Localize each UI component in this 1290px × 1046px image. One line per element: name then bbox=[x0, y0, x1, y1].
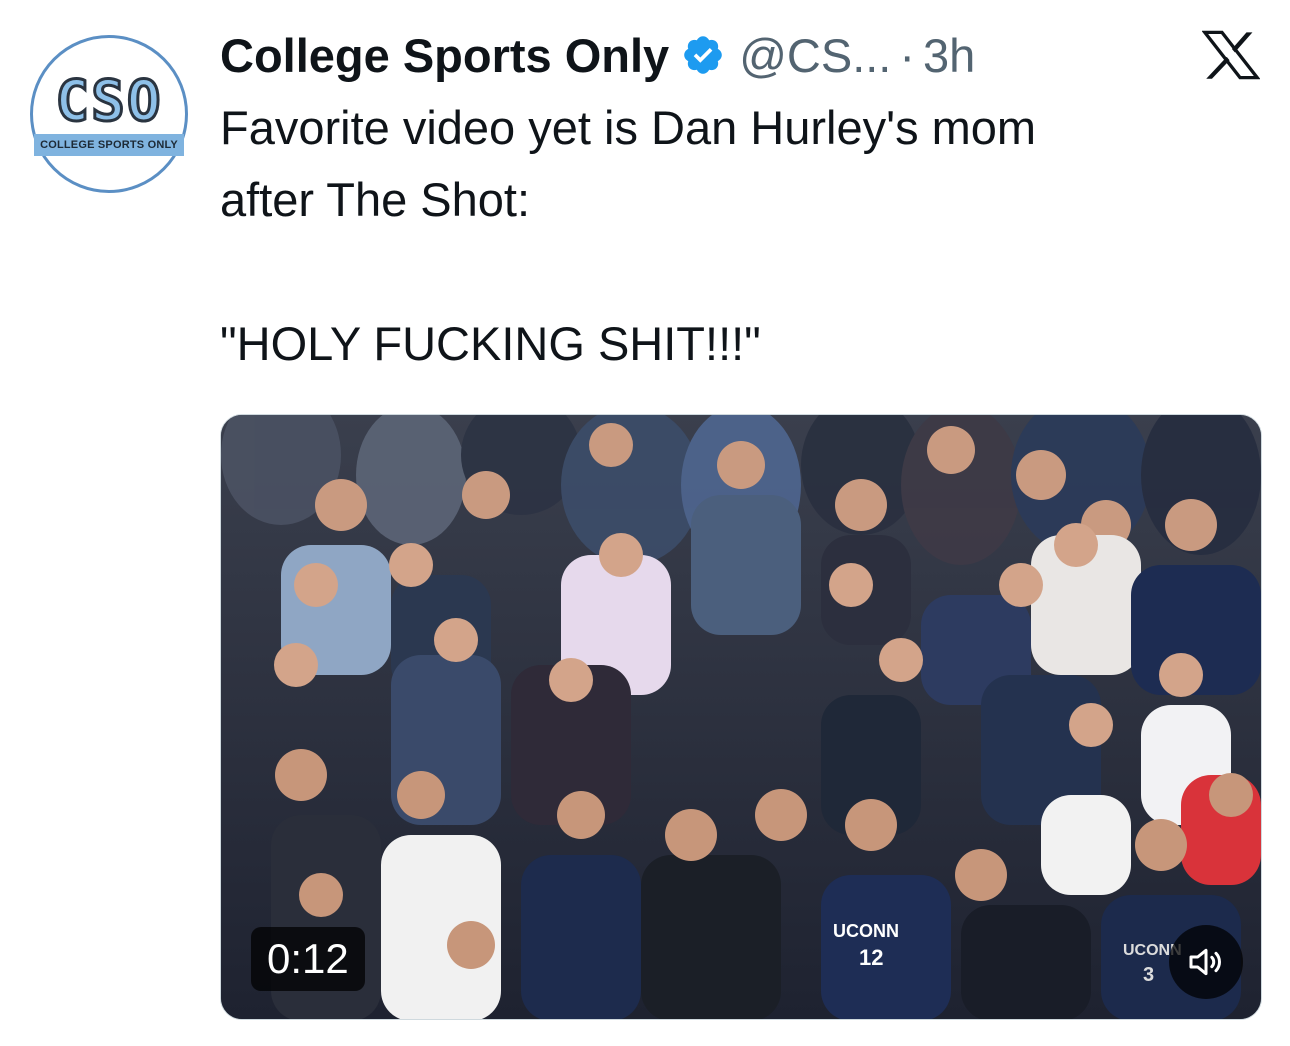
tweet-text: Favorite video yet is Dan Hurley's mom a… bbox=[220, 92, 1260, 380]
x-logo-icon bbox=[1202, 30, 1260, 80]
jersey-number-left: 12 bbox=[859, 945, 883, 970]
mute-button[interactable] bbox=[1169, 925, 1243, 999]
post-time[interactable]: 3h bbox=[923, 28, 975, 83]
tweet-quote: "HOLY FUCKING SHIT!!!" bbox=[220, 317, 761, 370]
tweet-text-line-2: after The Shot: bbox=[220, 173, 531, 226]
avatar-caption: COLLEGE SPORTS ONLY bbox=[34, 134, 184, 156]
separator-dot: · bbox=[899, 28, 916, 82]
author-handle[interactable]: @CS... bbox=[739, 28, 891, 83]
avatar[interactable]: CSO COLLEGE SPORTS ONLY bbox=[30, 35, 188, 193]
speaker-icon bbox=[1189, 948, 1221, 976]
video-frame-crowd: UCONN 12 UCONN 3 bbox=[221, 415, 1261, 1019]
verified-badge-icon bbox=[684, 36, 722, 74]
jersey-text-left: UCONN bbox=[833, 921, 899, 941]
video-duration-badge: 0:12 bbox=[251, 927, 365, 991]
jersey-number-right: 3 bbox=[1143, 964, 1154, 986]
tweet-text-line-1: Favorite video yet is Dan Hurley's mom bbox=[220, 101, 1037, 154]
author-name[interactable]: College Sports Only bbox=[220, 28, 669, 83]
avatar-logo-text: CSO bbox=[54, 69, 163, 134]
video-player[interactable]: UCONN 12 UCONN 3 0:12 bbox=[220, 414, 1262, 1020]
previous-tweet-cutoff bbox=[300, 0, 313, 17]
tweet-header: College Sports Only @CS... · 3h bbox=[220, 20, 975, 90]
tweet-card: CSO COLLEGE SPORTS ONLY College Sports O… bbox=[0, 0, 1290, 1046]
